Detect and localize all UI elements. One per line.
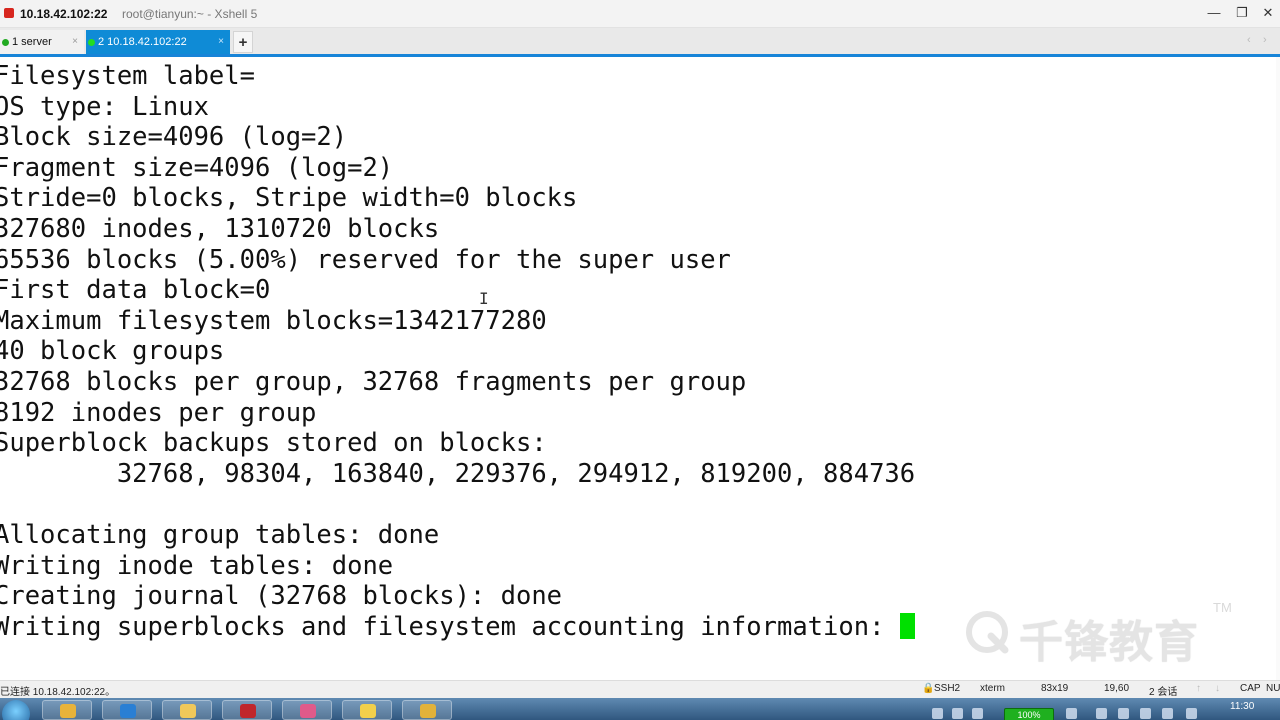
status-bar: 已连接 10.18.42.102:22。 🔒 SSH2 xterm 83x19 … (0, 680, 1280, 698)
window-title-subtitle: root@tianyun:~ - Xshell 5 (122, 7, 258, 21)
terminal-area[interactable]: Filesystem label= OS type: Linux Block s… (0, 57, 1280, 680)
tray-icon[interactable] (1118, 708, 1129, 719)
status-num: NU (1266, 683, 1280, 694)
xshell-app-icon[interactable] (4, 8, 14, 18)
chrome-icon (60, 704, 76, 718)
terminal-prompt-line: Writing superblocks and filesystem accou… (0, 611, 900, 642)
terminal-line: Creating journal (32768 blocks): done (0, 581, 563, 612)
network-icon[interactable] (1162, 708, 1173, 719)
taskbar-internet-explorer-button[interactable] (102, 700, 152, 720)
terminal-scrollbar[interactable] (1276, 57, 1280, 680)
status-connection: 已连接 10.18.42.102:22。 (0, 687, 116, 698)
internet-explorer-icon (120, 704, 136, 718)
taskbar-clock[interactable]: 11:30 (1230, 701, 1254, 712)
terminal-line: 8192 inodes per group (0, 397, 317, 428)
xshell-icon (420, 704, 436, 718)
tray-icon[interactable] (1096, 708, 1107, 719)
taskbar-cherry-app-button[interactable] (222, 700, 272, 720)
connection-status-icon (2, 39, 9, 46)
terminal-line: Block size=4096 (log=2) (0, 122, 348, 153)
tray-icon[interactable] (932, 708, 943, 719)
volume-icon[interactable] (1186, 708, 1197, 719)
minimize-button[interactable]: — (1203, 4, 1225, 22)
tab-close-icon[interactable]: × (218, 30, 224, 54)
qianfeng-logo-icon (966, 611, 1009, 654)
tab-active-session[interactable]: 2 10.18.42.102:22 × (86, 30, 230, 54)
terminal-line: 40 block groups (0, 336, 225, 367)
start-button[interactable] (2, 700, 30, 720)
tab-scroll-left-icon[interactable]: ‹ (1247, 34, 1251, 46)
folder-icon (180, 704, 196, 718)
status-protocol: SSH2 (934, 683, 961, 694)
tray-icon[interactable] (972, 708, 983, 719)
status-size: 83x19 (1041, 683, 1069, 694)
windows-taskbar: 100% 11:30 (0, 698, 1280, 720)
terminal-line: 32768 blocks per group, 32768 fragments … (0, 366, 747, 397)
tray-icon[interactable] (1140, 708, 1151, 719)
help-icon[interactable] (952, 708, 963, 719)
tab-scroll-right-icon[interactable]: › (1263, 34, 1267, 46)
tab-label: 2 10.18.42.102:22 (98, 36, 187, 48)
tray-icon[interactable] (1066, 708, 1077, 719)
lock-icon: 🔒 (922, 683, 935, 694)
scroll-down-icon[interactable]: ↓ (1215, 683, 1220, 694)
close-window-button[interactable]: ✕ (1257, 4, 1279, 22)
taskbar-folder-button[interactable] (162, 700, 212, 720)
paint-app-icon (300, 704, 316, 718)
battery-indicator[interactable]: 100% (1004, 708, 1054, 720)
terminal-line: First data block=0 (0, 275, 271, 306)
tab-server[interactable]: 1 server × (0, 30, 84, 54)
window-titlebar: 10.18.42.102:22 root@tianyun:~ - Xshell … (0, 0, 1280, 28)
terminal-line: Superblock backups stored on blocks: (0, 428, 547, 459)
watermark-text: 千锋教育 (1019, 618, 1199, 667)
cherry-app-icon (240, 704, 256, 718)
restore-button[interactable]: ❐ (1231, 4, 1253, 22)
status-sessions: 2 会话 (1149, 687, 1178, 698)
status-caps: CAP (1240, 683, 1261, 694)
terminal-line: 65536 blocks (5.00%) reserved for the su… (0, 244, 731, 275)
text-cursor-ibeam-icon: I (479, 289, 489, 308)
terminal-line: Filesystem label= (0, 61, 255, 91)
terminal-line: Allocating group tables: done (0, 519, 440, 550)
window-title-host: 10.18.42.102:22 (20, 7, 108, 21)
terminal-line: Writing inode tables: done (0, 550, 394, 581)
terminal-line: 32768, 98304, 163840, 229376, 294912, 81… (0, 458, 916, 489)
watermark-tm: TM (1213, 600, 1232, 615)
tab-close-icon[interactable]: × (72, 30, 78, 54)
connection-status-icon (88, 39, 95, 46)
terminal-line: Maximum filesystem blocks=1342177280 (0, 305, 547, 336)
scroll-up-icon[interactable]: ↑ (1196, 683, 1201, 694)
terminal-line: OS type: Linux (0, 91, 209, 122)
taskbar-chrome-button[interactable] (42, 700, 92, 720)
notes-app-icon (360, 704, 376, 718)
tab-label: 1 server (12, 36, 52, 48)
taskbar-notes-app-button[interactable] (342, 700, 392, 720)
terminal-line: 327680 inodes, 1310720 blocks (0, 213, 440, 244)
status-terminal-type: xterm (980, 683, 1005, 694)
terminal-line: Fragment size=4096 (log=2) (0, 152, 394, 183)
terminal-line: Stride=0 blocks, Stripe width=0 blocks (0, 183, 578, 214)
terminal-output: Filesystem label= OS type: Linux Block s… (0, 61, 915, 642)
terminal-cursor (899, 612, 915, 639)
status-cursor-position: 19,60 (1104, 683, 1130, 694)
new-tab-button[interactable]: + (233, 31, 253, 53)
session-tab-bar: 1 server × 2 10.18.42.102:22 × + ‹ › (0, 28, 1280, 57)
taskbar-xshell-button[interactable] (402, 700, 452, 720)
taskbar-paint-app-button[interactable] (282, 700, 332, 720)
